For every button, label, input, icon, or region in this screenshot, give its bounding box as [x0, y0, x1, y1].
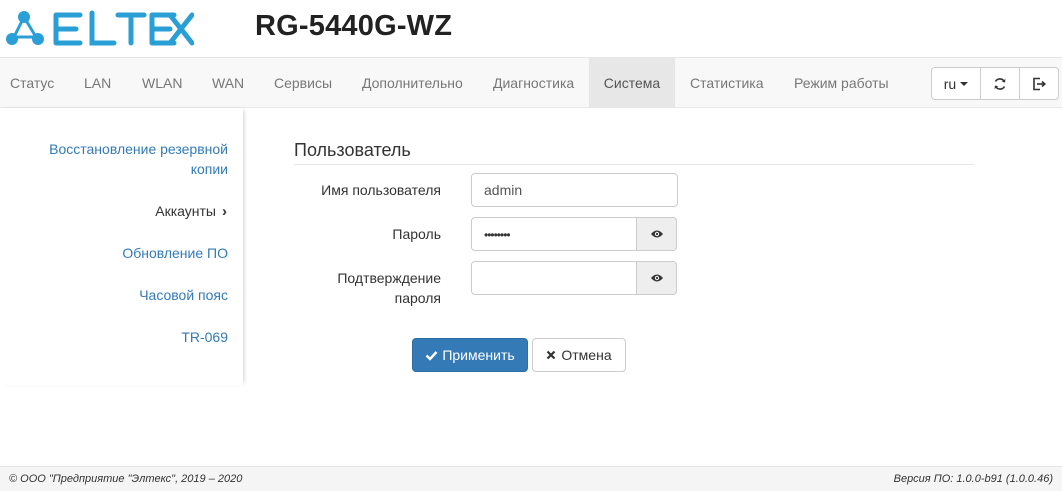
apply-button[interactable]: Применить [412, 338, 528, 372]
sidebar-item-firmware-update[interactable]: Обновление ПО [122, 243, 228, 263]
cancel-button[interactable]: Отмена [532, 338, 626, 372]
main-navbar: Статус LAN WLAN WAN Сервисы Дополнительн… [0, 57, 1062, 108]
nav-advanced[interactable]: Дополнительно [347, 58, 478, 108]
username-label: Имя пользователя [321, 182, 441, 198]
sidebar-item-timezone[interactable]: Часовой пояс [139, 285, 228, 305]
nav-statistics[interactable]: Статистика [675, 58, 779, 108]
show-password-button[interactable] [636, 217, 677, 251]
password-label: Пароль [392, 226, 441, 242]
form-legend: Пользователь [294, 140, 974, 165]
nav-lan[interactable]: LAN [69, 58, 126, 108]
nav-wlan[interactable]: WLAN [127, 58, 197, 108]
eye-icon [650, 230, 663, 238]
apply-button-label: Применить [442, 347, 515, 363]
device-model: RG-5440G-WZ [255, 10, 453, 42]
close-icon [547, 350, 556, 360]
language-dropdown[interactable]: ru [931, 67, 981, 100]
sidebar-item-label: Восстановление резервной [49, 141, 228, 157]
nav-diagnostics[interactable]: Диагностика [478, 58, 589, 108]
confirm-password-group [471, 261, 677, 295]
show-confirm-password-button[interactable] [636, 261, 677, 295]
eltex-logo[interactable] [4, 9, 195, 47]
refresh-icon [994, 77, 1006, 90]
sidebar-item-label: Аккаунты [155, 203, 216, 219]
logout-icon [1033, 77, 1046, 90]
nav-system[interactable]: Система [589, 58, 675, 108]
check-icon [425, 350, 438, 361]
sidebar-item-tr069[interactable]: TR-069 [181, 327, 228, 347]
nav-tools: ru [931, 67, 1059, 100]
sidebar-item-label: копии [190, 161, 228, 177]
firmware-version: Версия ПО: 1.0.0-b91 (1.0.0.46) [893, 473, 1053, 485]
nav-services[interactable]: Сервисы [259, 58, 347, 108]
username-input[interactable]: admin [471, 173, 678, 207]
chevron-right-icon: › [222, 203, 227, 220]
eye-icon [650, 274, 663, 282]
refresh-button[interactable] [980, 67, 1020, 100]
logout-button[interactable] [1019, 67, 1059, 100]
footer: © ООО "Предприятие "Элтекс", 2019 – 2020… [0, 466, 1062, 491]
language-label: ru [943, 75, 957, 92]
sidebar-item-backup-restore[interactable]: Восстановление резервной копии [49, 139, 228, 179]
confirm-password-label: Подтверждение пароля [337, 270, 441, 306]
sidebar-item-accounts[interactable]: Аккаунты › [155, 201, 227, 222]
password-group: •••••••• [471, 217, 677, 251]
nav-status[interactable]: Статус [0, 58, 69, 108]
cancel-button-label: Отмена [561, 347, 612, 363]
caret-down-icon [960, 81, 969, 86]
nav-wan[interactable]: WAN [197, 58, 259, 108]
sidebar: Восстановление резервной копии Аккаунты ›… [0, 108, 243, 385]
confirm-password-input[interactable] [471, 261, 637, 295]
password-input[interactable]: •••••••• [471, 217, 637, 251]
header: RG-5440G-WZ [0, 0, 1062, 57]
nav-work-mode[interactable]: Режим работы [779, 58, 904, 108]
copyright-text: © ООО "Предприятие "Элтекс", 2019 – 2020 [9, 473, 243, 485]
